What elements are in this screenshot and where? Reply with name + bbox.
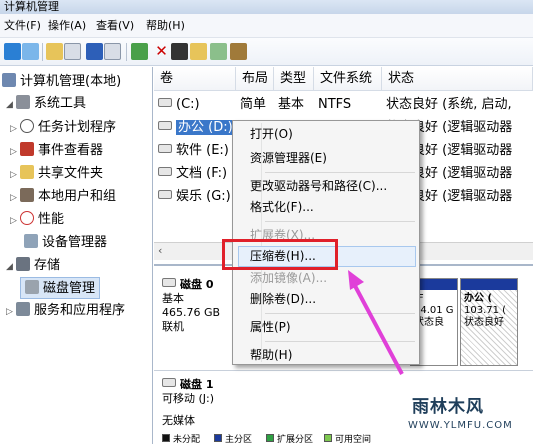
drive-icon	[158, 121, 172, 130]
column-header-type[interactable]: 类型	[274, 67, 314, 91]
shared-folder-icon	[20, 165, 34, 179]
event-log-icon	[20, 142, 34, 156]
tree-node-system-tools[interactable]: ◢ 系统工具	[6, 93, 86, 115]
annotation-arrow-icon	[348, 270, 404, 375]
back-icon[interactable]	[4, 43, 21, 60]
menu-item-properties[interactable]: 属性(P)	[250, 319, 291, 335]
computer-icon	[2, 73, 16, 87]
disk-icon	[25, 280, 39, 294]
tree-node-performance[interactable]: ▷ 性能	[10, 209, 64, 231]
annotation-highlight-box	[222, 239, 338, 270]
tree-node-device-manager[interactable]: 设备管理器	[24, 232, 107, 254]
collapse-arrow-icon[interactable]: ◢	[6, 94, 16, 116]
delete-icon[interactable]: ✕	[153, 43, 170, 60]
menu-action[interactable]: 操作(A)	[48, 18, 86, 34]
toolbar-separator	[126, 43, 127, 61]
watermark-logo: 雨林木风 WWW.YLMFU.COM	[398, 380, 533, 444]
tree-node-disk-management[interactable]: 磁盘管理	[20, 277, 101, 299]
column-header-status[interactable]: 状态	[382, 67, 533, 91]
menu-item-delete-volume[interactable]: 删除卷(D)...	[250, 291, 316, 307]
services-icon	[16, 302, 30, 316]
tree-node-services-apps[interactable]: ▷ 服务和应用程序	[6, 300, 125, 322]
drive-icon	[158, 167, 172, 176]
expand-arrow-icon[interactable]: ▷	[10, 210, 20, 232]
drive-icon	[158, 98, 172, 107]
scroll-left-icon[interactable]: ‹	[158, 244, 162, 257]
up-folder-icon[interactable]	[46, 43, 63, 60]
disk-icon	[162, 278, 176, 287]
disk0-partitions: (F 04.01 G 状态良 办公 ( 103.71 ( 状态良好	[410, 278, 520, 366]
toolbar-separator	[42, 43, 43, 61]
partition-block-selected[interactable]: 办公 ( 103.71 ( 状态良好	[460, 278, 518, 366]
legend-swatch	[214, 434, 222, 442]
clock-icon	[20, 119, 34, 133]
window-title: 计算机管理	[4, 0, 59, 13]
refresh-icon[interactable]	[131, 43, 148, 60]
performance-icon	[20, 211, 34, 225]
expand-arrow-icon[interactable]: ▷	[10, 118, 20, 140]
title-bar: 计算机管理	[0, 0, 533, 14]
tree-node-event-viewer[interactable]: ▷ 事件查看器	[10, 140, 103, 162]
tree-node-computer-management[interactable]: 计算机管理(本地)	[2, 71, 121, 93]
column-header-layout[interactable]: 布局	[236, 67, 274, 91]
action-pane-icon[interactable]	[104, 43, 121, 60]
show-tree-icon[interactable]	[64, 43, 81, 60]
menu-item-help[interactable]: 帮助(H)	[250, 347, 292, 363]
device-manager-icon	[24, 234, 38, 248]
disk-icon	[162, 378, 176, 387]
menu-item-open[interactable]: 打开(O)	[250, 126, 293, 142]
menu-file[interactable]: 文件(F)	[4, 18, 41, 34]
menu-help[interactable]: 帮助(H)	[146, 18, 185, 34]
menu-item-add-mirror: 添加镜像(A)...	[250, 271, 328, 285]
legend-swatch	[162, 434, 170, 442]
search-icon[interactable]	[210, 43, 227, 60]
menu-item-change-drive-letter[interactable]: 更改驱动器号和路径(C)...	[250, 178, 387, 194]
partition-legend: 未分配 主分区 扩展分区 可用空间	[154, 432, 414, 444]
column-header-filesystem[interactable]: 文件系统	[314, 67, 382, 91]
collapse-arrow-icon[interactable]: ◢	[6, 256, 16, 278]
drive-icon	[158, 144, 172, 153]
disk1-info[interactable]: 磁盘 1 可移动 (J:) 无媒体	[162, 378, 214, 428]
help-icon[interactable]	[86, 43, 103, 60]
legend-swatch	[266, 434, 274, 442]
properties-icon[interactable]	[171, 43, 188, 60]
tools-icon	[16, 95, 30, 109]
volume-row[interactable]: (C:) 简单 基本 NTFS 状态良好 (系统, 启动,	[154, 93, 533, 116]
menu-separator	[265, 221, 415, 222]
tree-node-task-scheduler[interactable]: ▷ 任务计划程序	[10, 117, 116, 139]
open-folder-icon[interactable]	[190, 43, 207, 60]
settings-icon[interactable]	[230, 43, 247, 60]
drive-icon	[158, 190, 172, 199]
expand-arrow-icon[interactable]: ▷	[10, 164, 20, 186]
menu-separator	[265, 172, 415, 173]
legend-swatch	[324, 434, 332, 442]
tree-node-storage[interactable]: ◢ 存储	[6, 255, 60, 277]
menu-bar: 文件(F) 操作(A) 查看(V) 帮助(H)	[0, 14, 533, 38]
tree-node-shared-folders[interactable]: ▷ 共享文件夹	[10, 163, 103, 185]
navigation-tree: 计算机管理(本地) ◢ 系统工具 ▷ 任务计划程序 ▷ 事件查看器 ▷ 共享文件夹 ▷ 本…	[0, 67, 153, 444]
menu-item-format[interactable]: 格式化(F)...	[250, 199, 314, 215]
column-header-volume[interactable]: 卷	[154, 67, 236, 91]
users-icon	[20, 188, 34, 202]
disk0-info[interactable]: 磁盘 0 基本 465.76 GB 联机	[162, 278, 220, 334]
expand-arrow-icon[interactable]: ▷	[10, 141, 20, 163]
menu-view[interactable]: 查看(V)	[96, 18, 134, 34]
tree-node-local-users[interactable]: ▷ 本地用户和组	[10, 186, 116, 208]
toolbar: ✕	[0, 38, 533, 66]
expand-arrow-icon[interactable]: ▷	[6, 301, 16, 323]
expand-arrow-icon[interactable]: ▷	[10, 187, 20, 209]
forward-icon[interactable]	[22, 43, 39, 60]
storage-icon	[16, 257, 30, 271]
menu-item-explorer[interactable]: 资源管理器(E)	[250, 150, 327, 166]
